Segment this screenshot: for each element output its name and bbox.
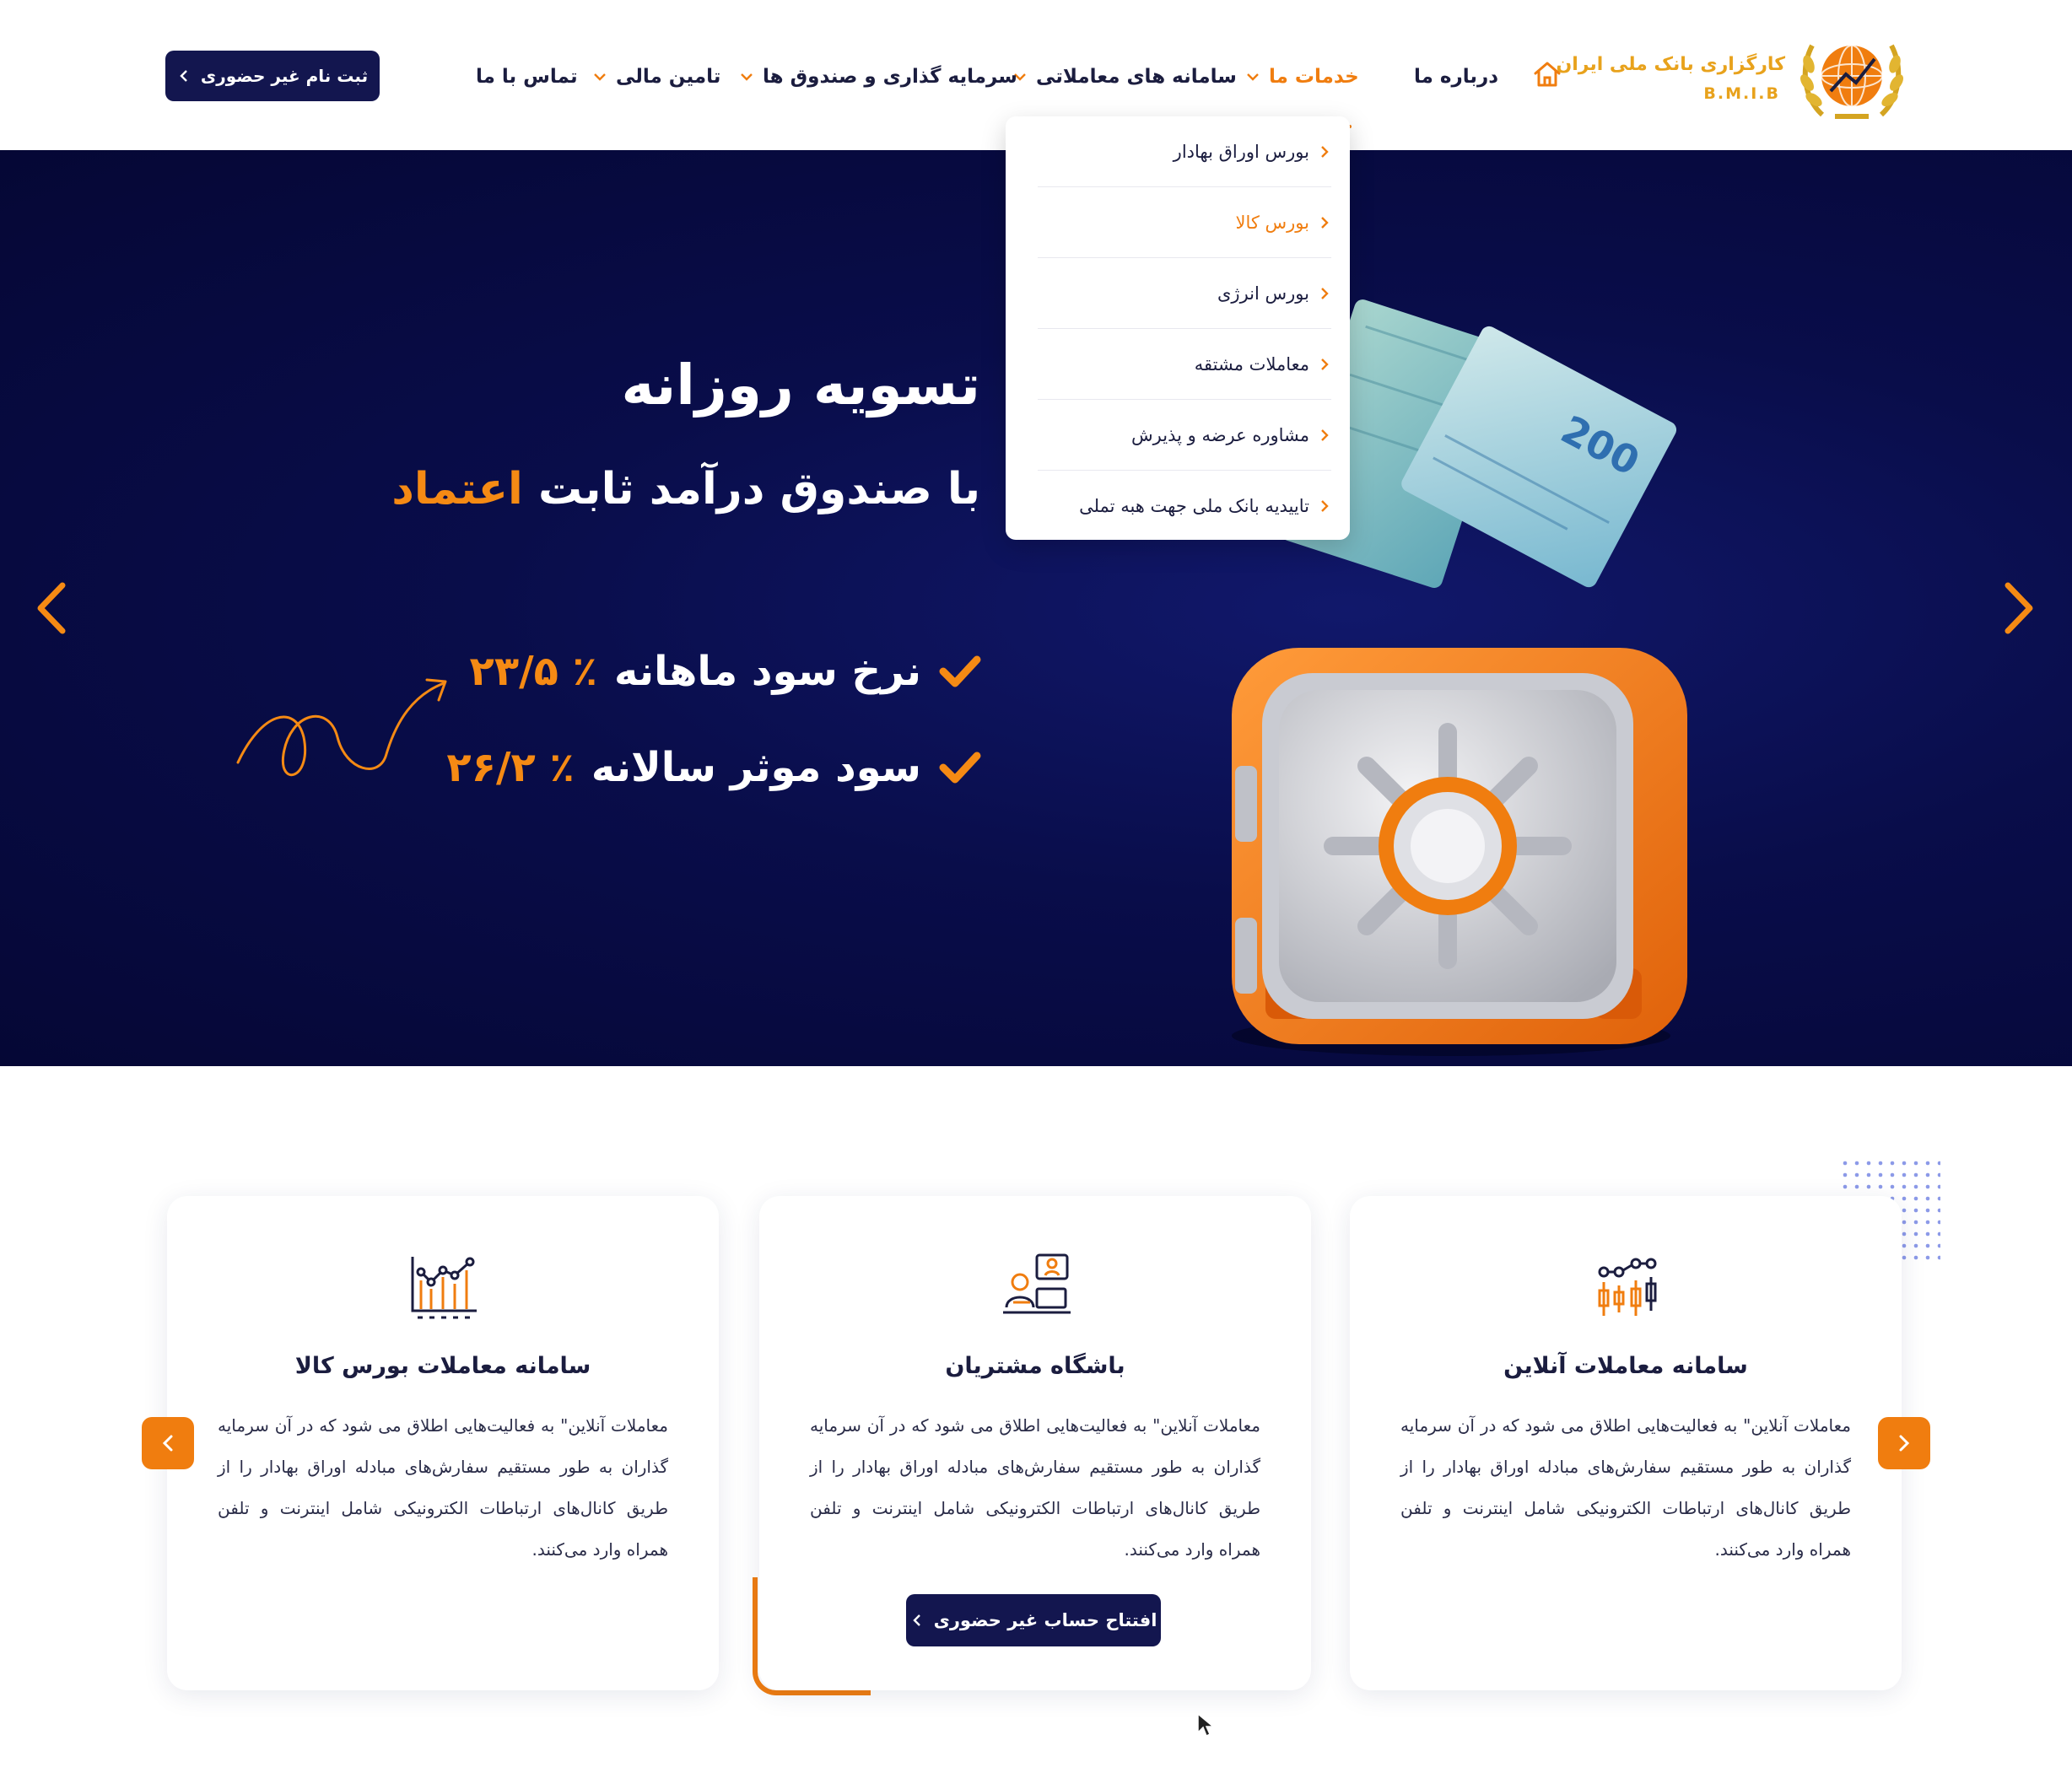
hero-subtitle-prefix: با صندوق درآمد ثابت xyxy=(538,464,980,515)
services-dropdown-menu: بورس اوراق بهادار بورس کالا بورس انرژی م… xyxy=(1006,116,1350,540)
nav-trading-systems[interactable]: سامانه های معاملاتی xyxy=(1012,62,1237,91)
dropdown-item-label: مشاوره عرضه و پذیرش xyxy=(1131,424,1309,445)
cards-next-button[interactable] xyxy=(1878,1417,1930,1469)
card-description: معاملات آنلاین" به فعالیت‌هایی اطلاق می … xyxy=(810,1415,1260,1560)
annual-rate-value: ٪ ۲۶/۲ xyxy=(446,744,575,791)
dropdown-item-label: معاملات مشتقه xyxy=(1194,353,1309,375)
card-title: سامانه معاملات آنلاین xyxy=(1503,1353,1748,1379)
open-account-button[interactable]: افتتاح حساب غیر حضوری xyxy=(906,1594,1161,1646)
card-customer-club[interactable]: باشگاه مشتریان معاملات آنلاین" به فعالیت… xyxy=(759,1196,1311,1690)
card-commodity-trading[interactable]: سامانه معاملات بورس کالا معاملات آنلاین"… xyxy=(167,1196,719,1690)
chevron-down-icon xyxy=(1247,73,1259,81)
chevron-right-icon xyxy=(1321,428,1329,441)
card-online-trading[interactable]: سامانه معاملات آنلاین معاملات آنلاین" به… xyxy=(1350,1196,1902,1690)
candlestick-chart-icon xyxy=(1598,1258,1657,1316)
check-icon xyxy=(939,655,981,687)
site-logo[interactable]: کارگزاری بانک ملی ایران B.M.I.B xyxy=(1556,22,1907,132)
nav-investment-funds-label: سرمایه گذاری و صندوق ها xyxy=(763,66,1017,88)
logo-subtitle: B.M.I.B xyxy=(1703,84,1780,103)
dropdown-item-energy-exchange[interactable]: بورس انرژی xyxy=(1038,258,1331,329)
dropdown-item-label: بورس انرژی xyxy=(1217,283,1309,304)
chevron-down-icon xyxy=(741,73,753,81)
annual-rate-label: سود موثر سالانه xyxy=(591,744,921,791)
card-description: معاملات آنلاین" به فعالیت‌هایی اطلاق می … xyxy=(218,1415,668,1560)
chevron-right-icon xyxy=(1321,287,1329,299)
card-title: سامانه معاملات بورس کالا xyxy=(294,1353,591,1379)
hero-title: تسویه روزانه xyxy=(621,353,980,418)
customer-club-icon xyxy=(1003,1253,1071,1314)
register-button[interactable]: ثبت نام غیر حضوری xyxy=(165,51,380,101)
nav-contact-label: تماس با ما xyxy=(476,66,578,88)
register-button-label: ثبت نام غیر حضوری xyxy=(200,66,369,86)
dropdown-item-securities-exchange[interactable]: بورس اوراق بهادار xyxy=(1038,116,1331,187)
card-description: معاملات آنلاین" به فعالیت‌هایی اطلاق می … xyxy=(1400,1415,1851,1560)
dropdown-item-label: تاییدیه بانک ملی جهت هبه تملی xyxy=(1079,496,1309,516)
monthly-rate-value: ٪ ۲۳/۵ xyxy=(469,648,597,695)
chevron-right-icon xyxy=(1321,216,1329,229)
nav-financing-label: تامین مالی xyxy=(616,66,721,88)
slider-next-icon[interactable] xyxy=(1998,579,2040,638)
dropdown-item-commodity-exchange[interactable]: بورس کالا xyxy=(1038,187,1331,258)
bank-emblem-icon xyxy=(1800,44,1903,119)
monthly-rate-line: نرخ سود ماهانه ٪ ۲۳/۵ xyxy=(470,648,982,695)
nav-trading-systems-label: سامانه های معاملاتی xyxy=(1036,66,1237,88)
nav-about-label: درباره ما xyxy=(1414,66,1499,88)
chevron-left-icon xyxy=(912,1614,920,1626)
hero-subtitle: با صندوق درآمد ثابت اعتماد xyxy=(391,464,980,515)
home-icon[interactable] xyxy=(1532,59,1562,89)
nav-about[interactable]: درباره ما xyxy=(1414,62,1498,91)
chevron-right-icon xyxy=(1321,145,1329,158)
chevron-left-icon xyxy=(162,1435,173,1452)
dropdown-item-listing-advisory[interactable]: مشاوره عرضه و پذیرش xyxy=(1038,400,1331,471)
logo-title: کارگزاری بانک ملی ایران xyxy=(1556,54,1785,75)
card-title: باشگاه مشتریان xyxy=(945,1353,1125,1379)
dropdown-item-label: بورس کالا xyxy=(1235,212,1309,233)
hero-subtitle-accent: اعتماد xyxy=(391,464,523,515)
dropdown-item-derivatives[interactable]: معاملات مشتقه xyxy=(1038,329,1331,400)
chevron-down-icon xyxy=(594,73,606,81)
open-account-button-label: افتتاح حساب غیر حضوری xyxy=(933,1610,1157,1630)
monthly-rate-label: نرخ سود ماهانه xyxy=(613,648,921,695)
chevron-right-icon xyxy=(1321,500,1329,512)
mouse-cursor-icon xyxy=(1197,1712,1215,1738)
bar-line-chart-icon xyxy=(411,1257,477,1319)
chevron-left-icon xyxy=(180,70,187,82)
squiggle-arrow-icon xyxy=(236,678,447,777)
nav-investment-funds[interactable]: سرمایه گذاری و صندوق ها xyxy=(739,62,1017,91)
check-icon xyxy=(939,752,981,784)
slider-prev-icon[interactable] xyxy=(30,579,73,638)
annual-rate-line: سود موثر سالانه ٪ ۲۶/۲ xyxy=(446,744,982,791)
nav-contact[interactable]: تماس با ما xyxy=(476,62,578,91)
nav-services-label: خدمات ما xyxy=(1269,66,1359,88)
chevron-right-icon xyxy=(1321,358,1329,370)
dropdown-item-bank-approval[interactable]: تاییدیه بانک ملی جهت هبه تملی xyxy=(1038,471,1331,542)
nav-financing[interactable]: تامین مالی xyxy=(592,62,720,91)
chevron-right-icon xyxy=(1899,1435,1910,1452)
cards-prev-button[interactable] xyxy=(142,1417,194,1469)
nav-services[interactable]: خدمات ما xyxy=(1245,62,1359,91)
dropdown-item-label: بورس اوراق بهادار xyxy=(1173,141,1309,162)
